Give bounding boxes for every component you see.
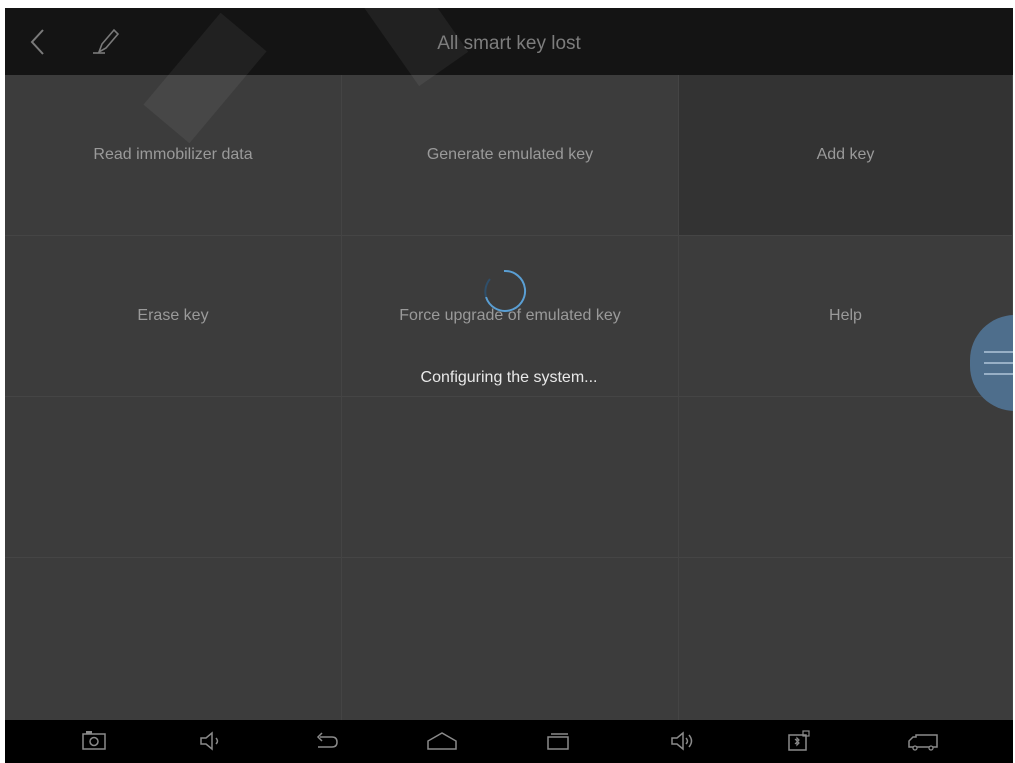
vci-connect-button[interactable] [785,729,813,753]
recent-apps-icon [547,733,569,750]
volume-down-button[interactable] [197,729,225,753]
truck-button[interactable] [906,729,940,753]
generate-emulated-key-button[interactable]: Generate emulated key [342,75,679,236]
system-navigation-bar [5,720,1013,763]
cell-label: Erase key [137,307,209,324]
screenshot-button[interactable] [80,729,108,753]
top-app-bar: All smart key lost [5,8,1013,144]
add-key-button[interactable]: Add key [679,75,1013,236]
truck-icon [908,734,938,751]
empty-cell [679,397,1013,558]
volume-up-icon [671,731,693,751]
function-grid: Read immobilizer data Generate emulated … [5,75,1013,720]
empty-cell [679,558,1013,720]
app-window: All smart key lost Read immobilizer data… [5,8,1013,763]
empty-cell [5,397,342,558]
cell-label: Read immobilizer data [93,146,253,163]
screenshot-icon [82,731,106,750]
back-arrow-icon [316,732,338,748]
volume-down-icon [200,731,219,751]
cell-label: Help [829,307,862,324]
empty-cell [342,558,679,720]
page-title: All smart key lost [437,33,581,54]
read-immobilizer-data-button[interactable]: Read immobilizer data [5,75,342,236]
home-nav-button[interactable] [425,729,459,753]
empty-cell [342,397,679,558]
empty-cell [5,558,342,720]
cell-label: Generate emulated key [426,146,594,163]
volume-up-button[interactable] [669,729,697,753]
recent-apps-button[interactable] [544,729,572,753]
loading-spinner-icon [484,269,527,312]
cell-label: Add key [816,146,875,163]
vci-connect-icon [788,730,810,751]
back-nav-button[interactable] [312,729,340,753]
loading-message: Configuring the system... [420,369,598,386]
home-icon [427,732,457,750]
